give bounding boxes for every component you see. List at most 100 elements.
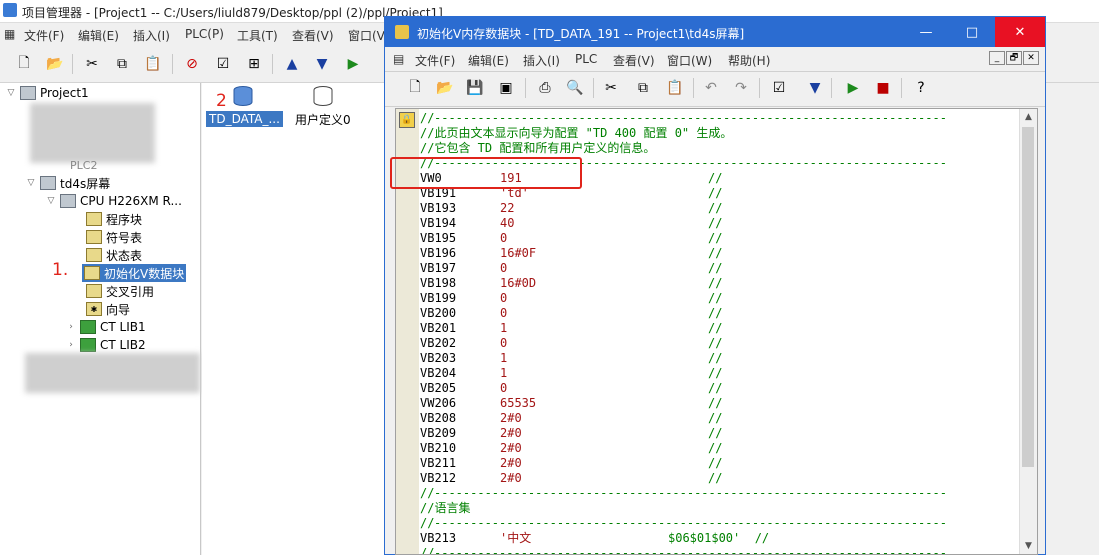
outer-menu-icon: ▦: [4, 27, 16, 41]
cut-icon[interactable]: ✂: [82, 54, 102, 74]
tree-item-cpu[interactable]: ▽ CPU H226XM R...: [46, 192, 182, 210]
lock-icon: 🔒: [399, 112, 415, 128]
code-comment: //: [708, 366, 723, 380]
outer-menu-edit[interactable]: 编辑(E): [78, 27, 119, 44]
expand-icon[interactable]: ›: [66, 322, 76, 332]
new-icon[interactable]: 🗋: [14, 54, 34, 74]
expand-icon[interactable]: ›: [66, 340, 76, 350]
maximize-button[interactable]: □: [949, 17, 995, 47]
scroll-down-icon[interactable]: ▼: [1020, 538, 1037, 554]
inner-menu-edit[interactable]: 编辑(E): [468, 52, 509, 69]
inner-menu-insert[interactable]: 插入(I): [523, 52, 560, 69]
code-comment: //: [708, 291, 723, 305]
inner-menu-file[interactable]: 文件(F): [415, 52, 455, 69]
outer-menu-file[interactable]: 文件(F): [24, 27, 64, 44]
copy-icon[interactable]: ⧉: [112, 54, 132, 74]
collapse-icon[interactable]: ▽: [26, 178, 36, 188]
tree-item-label: 向导: [106, 302, 131, 317]
outer-menu-plc[interactable]: PLC(P): [185, 27, 224, 41]
inner-menu-view[interactable]: 查看(V): [613, 52, 655, 69]
code-comment: //: [708, 336, 723, 350]
code-value: 2#0: [500, 426, 522, 440]
tree-item-device[interactable]: ▽ td4s屏幕: [26, 174, 110, 192]
code-comment: ----------------------------------------…: [434, 111, 947, 125]
tree-item-project[interactable]: ▽ Project1: [6, 84, 89, 102]
paste-icon[interactable]: 📋: [665, 78, 685, 98]
paste-icon[interactable]: 📋: [143, 54, 163, 74]
open-icon[interactable]: 📂: [435, 78, 455, 98]
help-icon[interactable]: ?: [911, 78, 931, 98]
save-all-icon[interactable]: ▣: [496, 78, 516, 98]
tree-item-symbol-table[interactable]: 符号表: [86, 228, 142, 246]
code-value: 0: [500, 261, 508, 275]
annotation-step-1: 1.: [52, 260, 69, 280]
code-address: VB201: [420, 321, 457, 335]
inner-menu-help[interactable]: 帮助(H): [728, 52, 770, 69]
data-block-window: 初始化V内存数据块 - [TD_DATA_191 -- Project1\td4…: [384, 16, 1046, 555]
print-icon[interactable]: ⎙: [535, 78, 555, 98]
mdi-minimize-button[interactable]: _: [989, 51, 1005, 65]
redo-icon[interactable]: ↷: [731, 78, 751, 98]
block-item-label: TD_DATA_...: [209, 112, 280, 126]
download-icon[interactable]: ▼: [312, 54, 332, 74]
run-icon[interactable]: ▶: [343, 54, 363, 74]
tree-item-lib2[interactable]: › CT LIB2: [66, 336, 146, 354]
code-comment: //: [708, 231, 723, 245]
download-icon[interactable]: ▼: [805, 78, 825, 98]
new-icon[interactable]: 🗋: [405, 78, 425, 98]
code-address: //: [420, 486, 435, 500]
save-icon[interactable]: 💾: [465, 78, 485, 98]
minimize-button[interactable]: —: [903, 17, 949, 47]
collapse-icon[interactable]: ▽: [46, 196, 56, 206]
vertical-scrollbar[interactable]: ▲ ▼: [1019, 109, 1037, 554]
code-value: 2#0: [500, 411, 522, 425]
undo-icon[interactable]: ↶: [701, 78, 721, 98]
cut-icon[interactable]: ✂: [601, 78, 621, 98]
scroll-up-icon[interactable]: ▲: [1020, 109, 1037, 125]
code-comment: //它包含 TD 配置和所有用户定义的信息。: [420, 141, 656, 155]
copy-icon[interactable]: ⧉: [633, 78, 653, 98]
block-item-td-data[interactable]: TD_DATA_...: [206, 111, 283, 127]
code-address: VB211: [420, 456, 457, 470]
compile-icon[interactable]: ☑: [769, 78, 789, 98]
delete-icon[interactable]: ⊘: [182, 54, 202, 74]
compile-icon[interactable]: ☑: [213, 54, 233, 74]
mdi-close-button[interactable]: ✕: [1023, 51, 1039, 65]
stop-icon[interactable]: ■: [873, 78, 893, 98]
code-comment: ----------------------------------------…: [434, 486, 947, 500]
project-icon: [20, 86, 36, 100]
tree-item-label: 状态表: [106, 248, 143, 263]
open-icon[interactable]: 📂: [45, 54, 65, 74]
run-icon[interactable]: ▶: [843, 78, 863, 98]
tree-item-wizard[interactable]: ✱ 向导: [86, 300, 130, 318]
code-address: VB204: [420, 366, 457, 380]
outer-menu-view[interactable]: 查看(V): [292, 27, 334, 44]
inner-toolbar: 🗋 📂 💾 ▣ ⎙ 🔍 ✂ ⧉ 📋 ↶ ↷ ☑ ▼ ▶ ■ ?: [385, 71, 1045, 107]
print-preview-icon[interactable]: 🔍: [565, 78, 585, 98]
block-item-user-defined[interactable]: 用户定义0: [295, 111, 351, 128]
tree-item-program-block[interactable]: 程序块: [86, 210, 142, 228]
compile-all-icon[interactable]: ⊞: [244, 54, 264, 74]
upload-icon[interactable]: ▲: [282, 54, 302, 74]
collapse-icon[interactable]: ▽: [6, 88, 16, 98]
scrollbar-thumb[interactable]: [1022, 127, 1034, 467]
code-address: VB195: [420, 231, 457, 245]
inner-menu-plc[interactable]: PLC: [575, 52, 597, 66]
outer-menu-window[interactable]: 窗口(V: [348, 27, 385, 44]
code-value: 0: [500, 291, 508, 305]
code-value: 2#0: [500, 456, 522, 470]
outer-menu-insert[interactable]: 插入(I): [133, 27, 170, 44]
code-value: 2#0: [500, 471, 522, 485]
highlight-box: [390, 157, 582, 189]
mdi-restore-button[interactable]: 🗗: [1006, 51, 1022, 65]
tree-item-status-table[interactable]: 状态表: [86, 246, 142, 264]
inner-menu-window[interactable]: 窗口(W): [667, 52, 712, 69]
tree-item-lib1[interactable]: › CT LIB1: [66, 318, 146, 336]
close-button[interactable]: ✕: [995, 17, 1045, 47]
tree-item-cross-reference[interactable]: 交叉引用: [86, 282, 154, 300]
tree-item-data-block[interactable]: 初始化V数据块: [82, 264, 187, 282]
code-address: VB209: [420, 426, 457, 440]
tree-item-plc2[interactable]: PLC2: [70, 156, 97, 174]
inner-window-title: 初始化V内存数据块 - [TD_DATA_191 -- Project1\td4…: [417, 27, 745, 41]
outer-menu-tools[interactable]: 工具(T): [237, 27, 278, 44]
